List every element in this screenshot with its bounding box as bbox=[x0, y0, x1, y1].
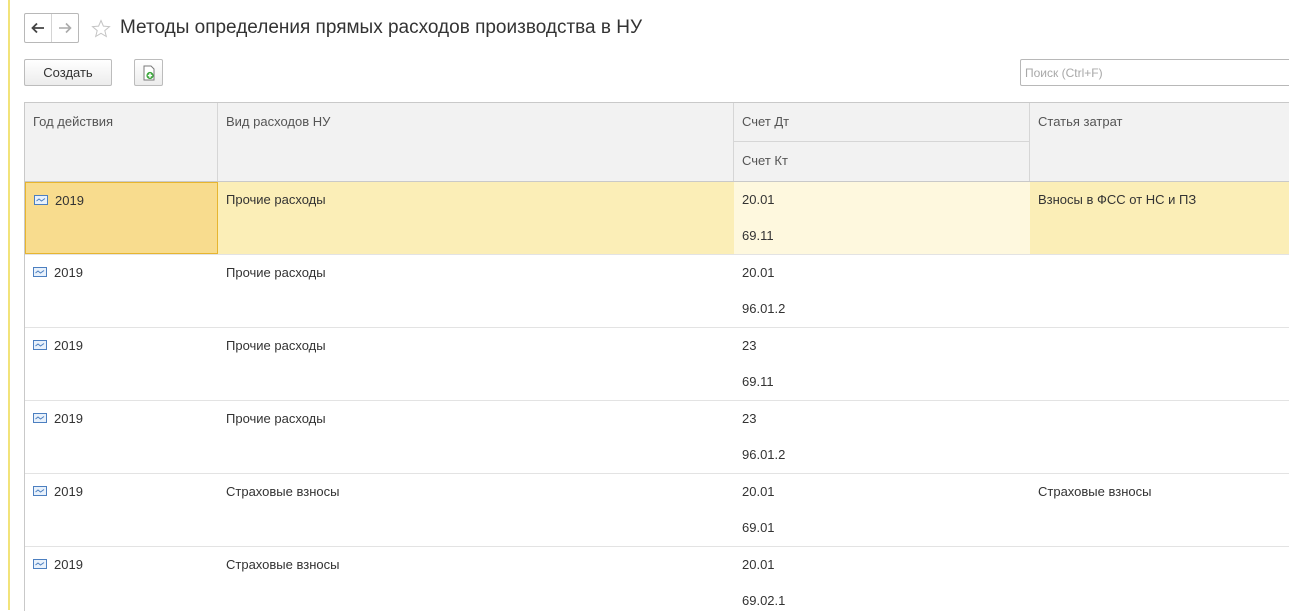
record-icon bbox=[33, 486, 47, 496]
cell-year[interactable]: 2019 bbox=[25, 547, 218, 611]
record-icon bbox=[33, 413, 47, 423]
cell-kind[interactable]: Прочие расходы bbox=[218, 328, 734, 364]
cell-year-value: 2019 bbox=[55, 193, 84, 208]
title-bar: Методы определения прямых расходов произ… bbox=[24, 12, 642, 44]
column-header-year[interactable]: Год действия bbox=[25, 103, 218, 181]
forward-arrow-icon bbox=[59, 22, 72, 34]
column-header-item[interactable]: Статья затрат bbox=[1030, 103, 1289, 181]
record-icon bbox=[33, 340, 47, 350]
column-header-kind[interactable]: Вид расходов НУ bbox=[218, 103, 734, 181]
column-header-credit[interactable]: Счет Кт bbox=[734, 142, 1030, 181]
cell-item[interactable] bbox=[1030, 255, 1289, 291]
table-row[interactable]: 2019 Прочие расходы 23 96.01.2 bbox=[25, 401, 1289, 474]
cell-credit[interactable]: 69.01 bbox=[734, 510, 1030, 546]
table-header: Год действия Вид расходов НУ Счет Дт Сче… bbox=[25, 103, 1289, 182]
cell-kind[interactable]: Страховые взносы bbox=[218, 474, 734, 510]
cell-credit[interactable]: 69.02.1 bbox=[734, 583, 1030, 611]
cell-year-value: 2019 bbox=[54, 484, 83, 499]
search-input[interactable] bbox=[1020, 59, 1289, 86]
back-arrow-icon bbox=[31, 22, 44, 34]
cell-kind[interactable]: Страховые взносы bbox=[218, 547, 734, 583]
cell-year-value: 2019 bbox=[54, 557, 83, 572]
cell-kind[interactable]: Прочие расходы bbox=[218, 255, 734, 291]
table-row[interactable]: 2019 Прочие расходы 20.01 96.01.2 bbox=[25, 255, 1289, 328]
cell-item[interactable]: Взносы в ФСС от НС и ПЗ bbox=[1030, 182, 1289, 218]
data-table: Год действия Вид расходов НУ Счет Дт Сче… bbox=[24, 102, 1289, 611]
table-row[interactable]: 2019 Прочие расходы 20.01 69.11 Взносы в ФСС… bbox=[25, 182, 1289, 255]
cell-item[interactable]: Страховые взносы bbox=[1030, 474, 1289, 510]
record-icon bbox=[33, 559, 47, 569]
column-header-debit[interactable]: Счет Дт bbox=[734, 103, 1030, 142]
table-row[interactable]: 2019 Страховые взносы 20.01 69.01 Страховые … bbox=[25, 474, 1289, 547]
cell-credit[interactable]: 96.01.2 bbox=[734, 437, 1030, 473]
toolbar: Создать bbox=[24, 57, 1289, 87]
left-accent-bar bbox=[8, 0, 10, 610]
cell-credit[interactable]: 69.11 bbox=[734, 218, 1030, 254]
cell-debit[interactable]: 20.01 bbox=[734, 255, 1030, 291]
cell-kind[interactable]: Прочие расходы bbox=[218, 401, 734, 437]
cell-credit[interactable]: 96.01.2 bbox=[734, 291, 1030, 327]
cell-item[interactable] bbox=[1030, 328, 1289, 364]
copy-button[interactable] bbox=[134, 59, 163, 86]
cell-year[interactable]: 2019 bbox=[25, 182, 218, 254]
cell-item[interactable] bbox=[1030, 547, 1289, 583]
cell-year[interactable]: 2019 bbox=[25, 255, 218, 327]
table-row[interactable]: 2019 Прочие расходы 23 69.11 bbox=[25, 328, 1289, 401]
cell-debit[interactable]: 23 bbox=[734, 328, 1030, 364]
record-icon bbox=[33, 267, 47, 277]
cell-year-value: 2019 bbox=[54, 411, 83, 426]
cell-debit[interactable]: 20.01 bbox=[734, 474, 1030, 510]
cell-debit[interactable]: 20.01 bbox=[734, 547, 1030, 583]
page-title: Методы определения прямых расходов произ… bbox=[120, 17, 643, 38]
star-icon bbox=[91, 18, 111, 38]
cell-item[interactable] bbox=[1030, 401, 1289, 437]
table-row[interactable]: 2019 Страховые взносы 20.01 69.02.1 bbox=[25, 547, 1289, 611]
record-icon bbox=[34, 195, 48, 205]
cell-year[interactable]: 2019 bbox=[25, 328, 218, 400]
cell-year-value: 2019 bbox=[54, 265, 83, 280]
create-button[interactable]: Создать bbox=[24, 59, 112, 86]
navigation-group bbox=[24, 13, 79, 43]
cell-kind[interactable]: Прочие расходы bbox=[218, 182, 734, 218]
forward-button[interactable] bbox=[52, 14, 78, 42]
favorite-button[interactable] bbox=[91, 18, 111, 38]
cell-year-value: 2019 bbox=[54, 338, 83, 353]
cell-year[interactable]: 2019 bbox=[25, 401, 218, 473]
copy-document-icon bbox=[143, 65, 154, 80]
cell-debit[interactable]: 23 bbox=[734, 401, 1030, 437]
cell-year[interactable]: 2019 bbox=[25, 474, 218, 546]
back-button[interactable] bbox=[25, 14, 52, 42]
cell-debit[interactable]: 20.01 bbox=[734, 182, 1030, 218]
cell-credit[interactable]: 69.11 bbox=[734, 364, 1030, 400]
